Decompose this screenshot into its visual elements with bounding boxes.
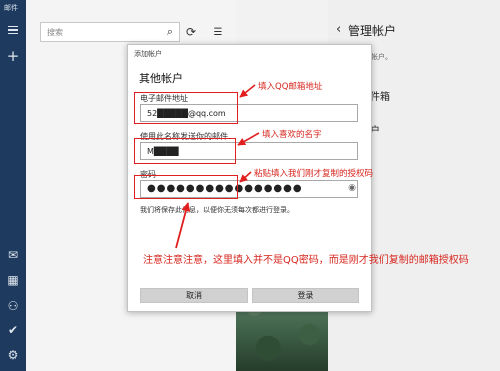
password-hint: 粘贴填入我们刚才复制的授权码 [254, 169, 374, 179]
search-icon[interactable]: ⌕ [162, 23, 178, 41]
email-highlight-box [134, 92, 238, 124]
settings-icon[interactable]: ⚙ [0, 345, 26, 365]
sync-icon[interactable]: ⟳ [183, 22, 199, 42]
save-info-note: 我们将保存此信息，以便你无须每次都进行登录。 [140, 206, 294, 214]
calendar-icon[interactable]: ▦ [0, 270, 26, 290]
mail-icon[interactable]: ✉ [0, 245, 26, 265]
search-input[interactable]: 搜索 [40, 22, 180, 42]
todo-icon[interactable]: ✔ [0, 320, 26, 340]
back-icon[interactable]: ‹ [336, 22, 341, 37]
login-button[interactable]: 登录 [252, 288, 359, 303]
plus-icon[interactable]: + [0, 46, 26, 66]
app-title: 邮件 [4, 4, 18, 12]
filter-icon[interactable]: ☰ [210, 22, 226, 42]
warning-annotation: 注意注意注意，这里填入并不是QQ密码，而是刚才我们复制的邮箱授权码 [143, 255, 469, 266]
eye-icon[interactable]: ◉ [346, 182, 358, 194]
name-hint: 填入喜欢的名字 [262, 130, 322, 140]
people-icon[interactable]: ⚇ [0, 296, 26, 316]
cancel-button[interactable]: 取消 [140, 288, 248, 303]
dialog-caption: 添加帐户 [134, 50, 162, 58]
dialog-heading: 其他帐户 [139, 72, 183, 85]
hamburger-icon[interactable] [0, 20, 26, 40]
name-highlight-box [134, 138, 236, 164]
email-hint: 填入QQ邮箱地址 [258, 82, 323, 92]
password-highlight-box [134, 175, 238, 199]
settings-title: 管理帐户 [348, 24, 397, 38]
